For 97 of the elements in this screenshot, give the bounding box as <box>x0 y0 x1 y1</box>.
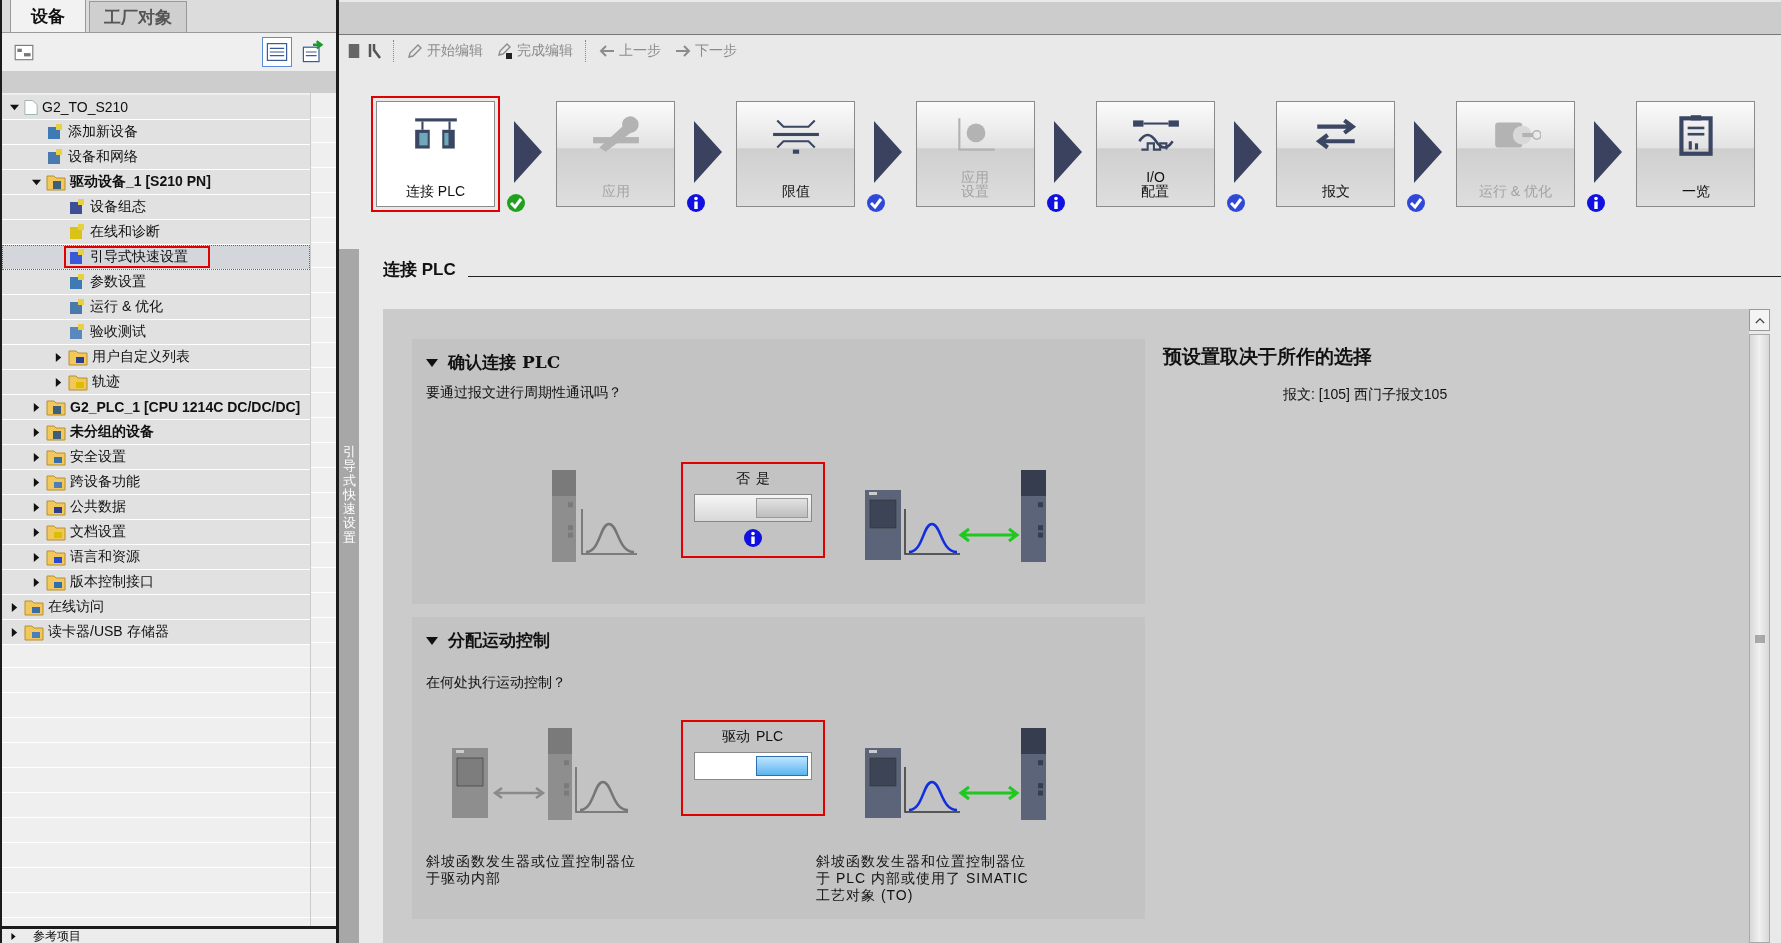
folder-icon <box>46 448 66 466</box>
tree-item[interactable]: 轨迹 <box>2 370 310 395</box>
next-arrow-icon <box>874 121 902 183</box>
wizard-step-button[interactable]: 限值 <box>736 101 855 207</box>
expand-arrow-icon[interactable] <box>53 377 63 387</box>
tree-item[interactable]: 设备组态 <box>2 195 310 220</box>
folder-icon <box>46 548 66 566</box>
tree-item[interactable]: 用户自定义列表 <box>2 345 310 370</box>
expand-arrow-icon[interactable] <box>31 502 41 512</box>
next-arrow-icon <box>514 121 542 183</box>
tree-item[interactable]: 运行 & 优化 <box>2 295 310 320</box>
tree-item[interactable]: 在线和诊断 <box>2 220 310 245</box>
tree-item[interactable]: 未分组的设备 <box>2 420 310 445</box>
folder-icon <box>46 398 66 416</box>
summary-text: 报文: [105] 西门子报文105 <box>1283 386 1449 404</box>
folder-icon <box>24 623 44 641</box>
wizard-step-button[interactable]: 一览 <box>1636 101 1755 207</box>
collapse-arrow-icon[interactable] <box>426 635 438 646</box>
folder-icon <box>68 373 88 391</box>
expand-arrow-icon[interactable] <box>31 527 41 537</box>
tree-item-icon <box>68 323 86 341</box>
tree-item-icon <box>68 223 86 241</box>
tree-item[interactable]: 文档设置 <box>2 520 310 545</box>
option-label: 驱动 <box>721 728 751 746</box>
folder-icon <box>24 598 44 616</box>
collapse-arrow-icon[interactable] <box>426 357 438 368</box>
tree-item[interactable]: 读卡器/USB 存储器 <box>2 620 310 645</box>
next-arrow-icon <box>1414 121 1442 183</box>
tree-item[interactable]: 参数设置 <box>2 270 310 295</box>
expand-arrow-icon[interactable] <box>9 602 19 612</box>
next-arrow-icon <box>1054 121 1082 183</box>
folder-icon <box>46 423 66 441</box>
tree-item[interactable]: 语言和资源 <box>2 545 310 570</box>
expand-arrow-icon[interactable] <box>31 452 41 462</box>
folder-icon <box>68 348 88 366</box>
tree-item[interactable]: 安全设置 <box>2 445 310 470</box>
document-icon <box>24 98 38 116</box>
tree-item[interactable]: 公共数据 <box>2 495 310 520</box>
expand-arrow-icon[interactable] <box>31 177 41 187</box>
tab[interactable]: 工厂对象 <box>89 1 187 32</box>
pencil-icon <box>497 43 513 59</box>
scrollbar[interactable] <box>1749 309 1770 943</box>
tree-item-icon <box>68 248 86 266</box>
tree-item[interactable]: 驱动设备_1 [S210 PN] <box>2 170 310 195</box>
next-arrow-icon <box>694 121 722 183</box>
pencil-icon <box>407 43 423 59</box>
section-title: 确认连接 PLC <box>448 351 561 374</box>
folder-icon <box>46 498 66 516</box>
summary-title: 预设置取决于所作的选择 <box>1163 344 1373 369</box>
tree-item-icon <box>46 148 64 166</box>
folder-icon <box>46 523 66 541</box>
expand-arrow-icon[interactable] <box>31 577 41 587</box>
section-title: 分配运动控制 <box>448 629 550 652</box>
tree-item[interactable]: 版本控制接口 <box>2 570 310 595</box>
expand-arrow-icon[interactable] <box>31 402 41 412</box>
expand-arrow-icon[interactable] <box>53 352 63 362</box>
tree-item[interactable]: 跨设备功能 <box>2 470 310 495</box>
tree-item-icon <box>46 123 64 141</box>
folder-icon <box>46 173 66 191</box>
wizard-step-button[interactable]: I/O 配置 <box>1096 101 1215 207</box>
tree-item-icon <box>68 273 86 291</box>
expand-arrow-icon[interactable] <box>31 477 41 487</box>
left-arrow-icon <box>599 43 615 59</box>
tree-item[interactable]: 验收测试 <box>2 320 310 345</box>
caption-text: 斜坡函数发生器或位置控制器位于驱动内部 <box>426 853 637 888</box>
tree-item[interactable]: 设备和网络 <box>2 145 310 170</box>
wizard-step-button[interactable]: 连接 PLC <box>376 101 495 207</box>
caption-text: 斜坡函数发生器和位置控制器位于 PLC 内部或使用了 SIMATIC 工艺对象 (TO) <box>816 853 1030 904</box>
next-arrow-icon <box>1594 121 1622 183</box>
expand-arrow-icon[interactable] <box>31 552 41 562</box>
folder-icon <box>46 473 66 491</box>
tree-item[interactable]: 添加新设备 <box>2 120 310 145</box>
page-title: 连接 PLC <box>383 259 456 281</box>
toggle-switch[interactable] <box>694 752 812 780</box>
expand-arrow-icon[interactable] <box>10 932 17 940</box>
option-label: 是 <box>755 470 771 488</box>
tree-item[interactable]: 引导式快速设置 <box>2 245 310 270</box>
table-view-icon[interactable] <box>262 37 292 67</box>
tree-item-icon <box>68 198 86 216</box>
tab[interactable]: 设备 <box>10 0 86 32</box>
question-text: 在何处执行运动控制？ <box>426 674 567 692</box>
grip-icon[interactable] <box>1754 634 1765 643</box>
tree-item[interactable]: 在线访问 <box>2 595 310 620</box>
expand-arrow-icon[interactable] <box>9 102 19 112</box>
expand-arrow-icon[interactable] <box>9 627 19 637</box>
next-arrow-icon <box>1234 121 1262 183</box>
panel-title: 参考项目 <box>33 929 81 943</box>
question-text: 要通过报文进行周期性通讯吗？ <box>426 384 623 402</box>
expand-arrow-icon[interactable] <box>31 427 41 437</box>
wizard-step-button[interactable]: 报文 <box>1276 101 1395 207</box>
tree-item[interactable]: G2_TO_S210 <box>2 95 310 120</box>
option-label: PLC <box>755 728 785 746</box>
tree-item[interactable]: G2_PLC_1 [CPU 1214C DC/DC/DC] <box>2 395 310 420</box>
folder-icon <box>46 573 66 591</box>
right-arrow-icon <box>675 43 691 59</box>
tree-item-icon <box>68 298 86 316</box>
option-label: 否 <box>735 470 751 488</box>
